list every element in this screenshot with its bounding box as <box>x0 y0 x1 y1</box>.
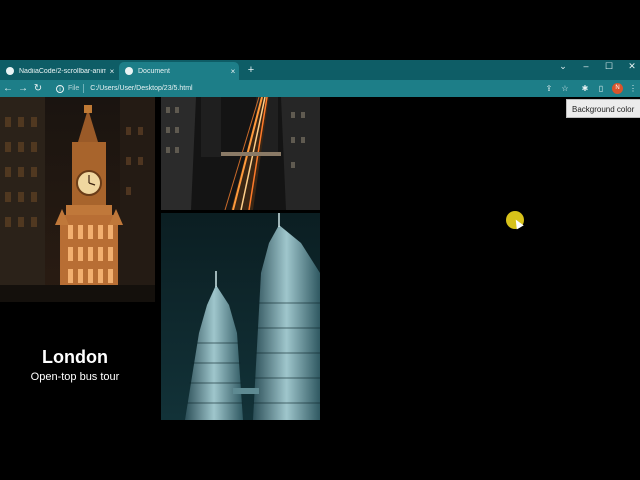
city-street-image <box>161 97 320 210</box>
caption-subtitle: Open-top bus tour <box>30 371 120 383</box>
menu-icon[interactable]: ⋮ <box>626 82 640 95</box>
tab-search-icon[interactable]: ⌄ <box>553 60 573 74</box>
profile-avatar[interactable]: N <box>612 83 623 94</box>
maximize-button[interactable]: ☐ <box>599 60 619 74</box>
url-text[interactable]: C:/Users/User/Desktop/23/5.html <box>90 85 192 92</box>
scheme-label: File <box>68 85 80 92</box>
github-icon <box>6 67 14 75</box>
share-icon[interactable]: ⇪ <box>542 82 556 95</box>
star-icon[interactable]: ☆ <box>558 82 572 95</box>
image-caption: London Open-top bus tour <box>0 345 150 385</box>
tab-document[interactable]: Document × <box>119 62 239 80</box>
reload-button[interactable]: ↻ <box>30 80 46 97</box>
minimize-button[interactable]: – <box>576 60 596 74</box>
tooltip: Background color <box>566 99 640 118</box>
clock-tower-image <box>0 97 155 302</box>
info-icon[interactable]: i <box>56 84 64 93</box>
caption-title: London <box>42 347 108 367</box>
forward-button[interactable]: → <box>15 80 31 97</box>
tab-close-icon[interactable]: × <box>106 67 118 76</box>
sidebar-icon[interactable]: ▯ <box>594 82 608 95</box>
tab-github[interactable]: NadiiaCode/2-scrollbar-animati × <box>0 62 118 80</box>
tab-title: Document <box>138 67 170 75</box>
letterbox-bottom <box>0 420 640 480</box>
letterbox-top <box>0 0 640 60</box>
divider <box>83 84 85 93</box>
twin-towers-image <box>161 213 320 420</box>
new-tab-button[interactable]: + <box>244 63 258 77</box>
address-bar[interactable]: i File C:/Users/User/Desktop/23/5.html <box>48 81 588 96</box>
tab-close-icon[interactable]: × <box>227 67 239 76</box>
tab-title: NadiiaCode/2-scrollbar-animati <box>19 67 106 75</box>
back-button[interactable]: ← <box>0 80 16 97</box>
globe-icon <box>125 67 133 75</box>
close-window-button[interactable]: ✕ <box>622 60 640 74</box>
extensions-icon[interactable]: ✱ <box>578 82 592 95</box>
